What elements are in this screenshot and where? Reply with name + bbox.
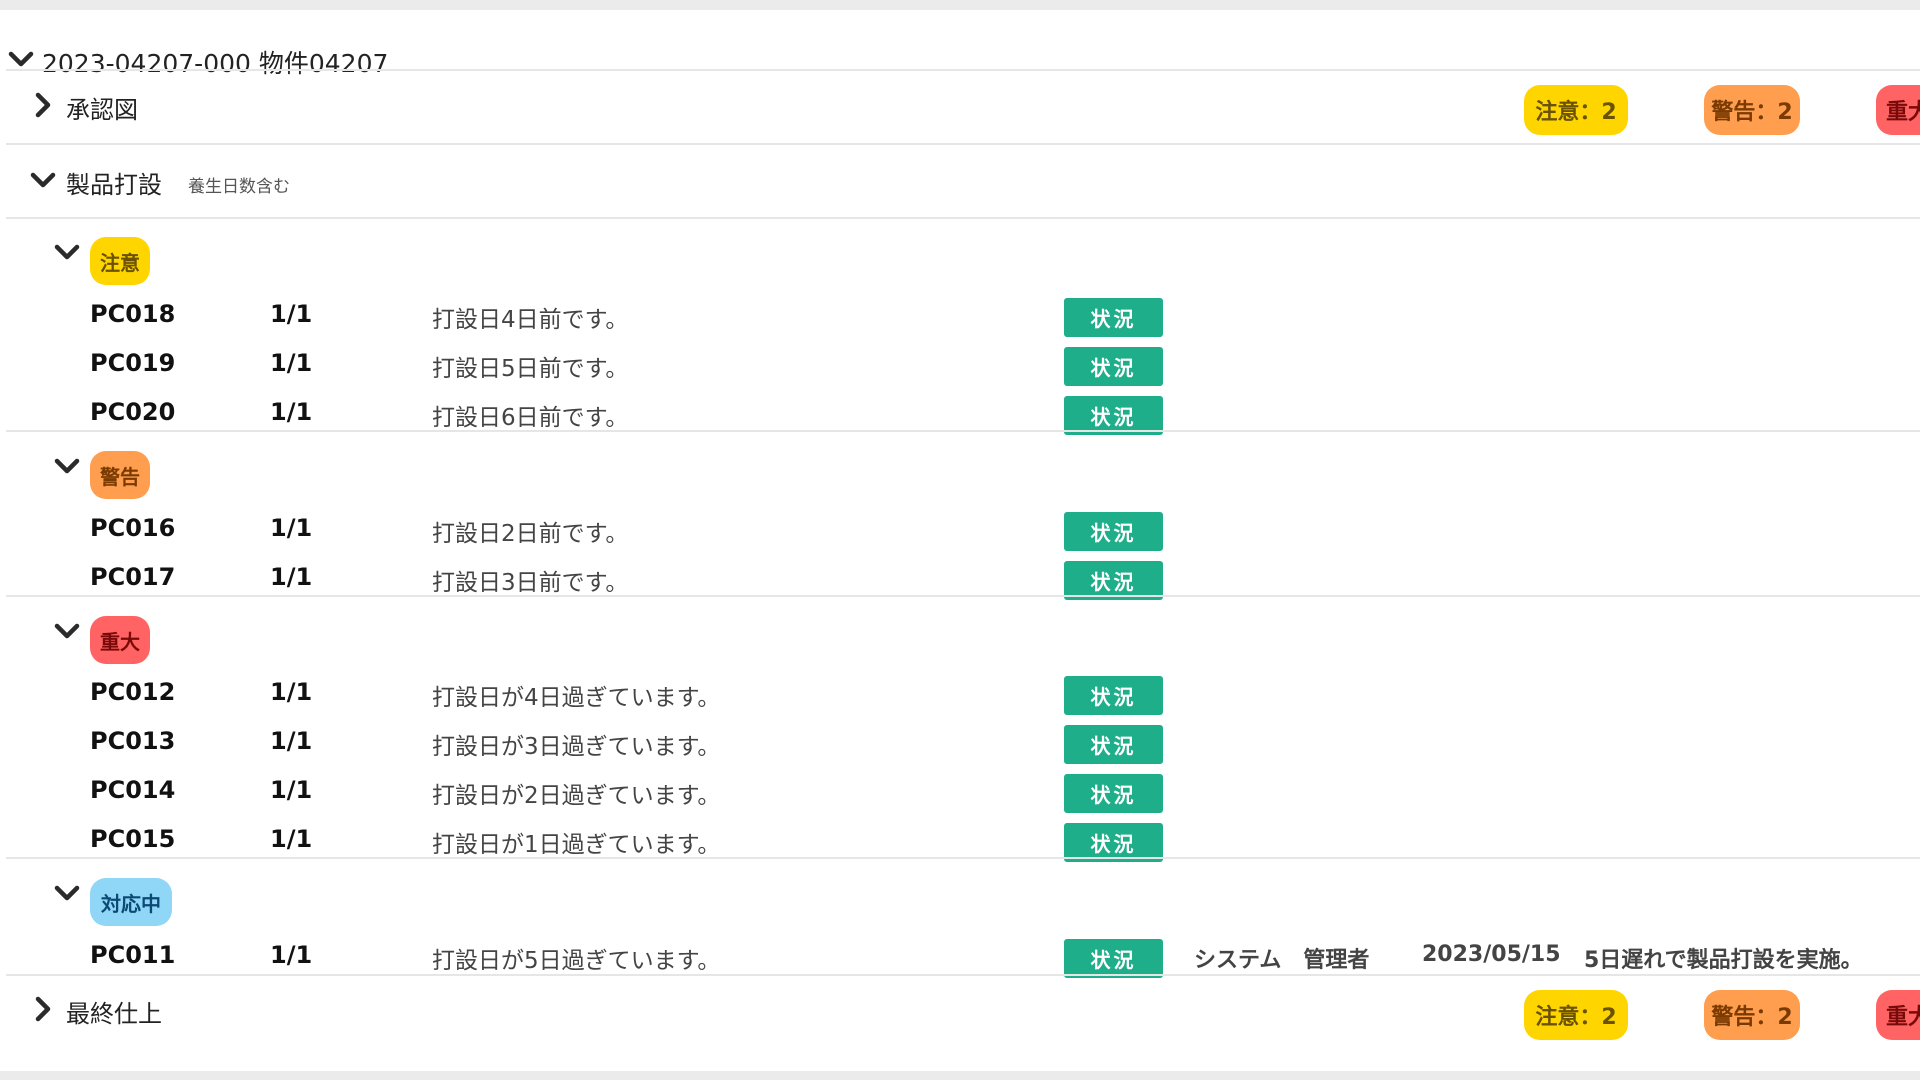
chevron-down-icon[interactable]: [28, 165, 58, 195]
row-qty: 1/1: [270, 678, 313, 706]
row-code: PC018: [90, 300, 176, 328]
row-code: PC016: [90, 514, 176, 542]
divider: [6, 217, 1920, 219]
status-button[interactable]: 状況: [1064, 676, 1163, 715]
project-title: 2023-04207-000 物件04207: [42, 49, 389, 78]
group-tag-critical: 重大: [90, 616, 150, 664]
row-date: 2023/05/15: [1422, 942, 1561, 967]
notice-count-badge: 注意：2: [1524, 85, 1628, 135]
group-tag-notice: 注意: [90, 237, 150, 285]
row-message: 打設日6日前です。: [432, 405, 629, 431]
row-message: 打設日2日前です。: [432, 521, 629, 547]
row-qty: 1/1: [270, 398, 313, 426]
row-code: PC011: [90, 941, 176, 969]
critical-count-badge: 重大: [1876, 990, 1920, 1040]
divider: [6, 857, 1920, 859]
row-code: PC020: [90, 398, 176, 426]
row-code: PC017: [90, 563, 176, 591]
section-final-label[interactable]: 最終仕上: [66, 994, 162, 1029]
row-message: 打設日5日前です。: [432, 356, 629, 382]
row-code: PC015: [90, 825, 176, 853]
status-button[interactable]: 状況: [1064, 939, 1163, 978]
divider: [6, 974, 1920, 976]
warning-count-badge: 警告：2: [1704, 85, 1800, 135]
status-button[interactable]: 状況: [1064, 298, 1163, 337]
group-tag-inprogress: 対応中: [90, 878, 172, 926]
row-handler: システム 管理者: [1194, 948, 1370, 973]
status-button[interactable]: 状況: [1064, 512, 1163, 551]
row-qty: 1/1: [270, 563, 313, 591]
row-qty: 1/1: [270, 727, 313, 755]
section-product-label[interactable]: 製品打設: [66, 165, 162, 200]
row-message: 打設日が4日過ぎています。: [432, 685, 721, 711]
chevron-down-icon[interactable]: [52, 878, 82, 908]
row-qty: 1/1: [270, 300, 313, 328]
section-product-note: 養生日数含む: [188, 177, 290, 197]
status-button[interactable]: 状況: [1064, 774, 1163, 813]
group-tag-warning: 警告: [90, 451, 150, 499]
row-code: PC013: [90, 727, 176, 755]
row-qty: 1/1: [270, 349, 313, 377]
row-qty: 1/1: [270, 825, 313, 853]
row-message: 打設日4日前です。: [432, 307, 629, 333]
row-message: 打設日が5日過ぎています。: [432, 948, 721, 974]
divider: [6, 430, 1920, 432]
row-code: PC019: [90, 349, 176, 377]
status-button[interactable]: 状況: [1064, 725, 1163, 764]
warning-count-badge: 警告：2: [1704, 990, 1800, 1040]
chevron-right-icon[interactable]: [28, 90, 58, 120]
row-qty: 1/1: [270, 514, 313, 542]
chevron-down-icon[interactable]: [52, 616, 82, 646]
status-button[interactable]: 状況: [1064, 347, 1163, 386]
row-qty: 1/1: [270, 941, 313, 969]
row-message: 打設日が1日過ぎています。: [432, 832, 721, 858]
row-message: 打設日3日前です。: [432, 570, 629, 596]
row-note: 5日遅れで製品打設を実施。: [1584, 948, 1863, 973]
alert-tree-panel: 2023-04207-000 物件04207 承認図 注意：2 警告：2 重大 …: [0, 10, 1920, 1071]
chevron-right-icon[interactable]: [28, 994, 58, 1024]
divider: [6, 143, 1920, 145]
row-message: 打設日が2日過ぎています。: [432, 783, 721, 809]
divider: [6, 595, 1920, 597]
divider: [6, 69, 1920, 71]
row-message: 打設日が3日過ぎています。: [432, 734, 721, 760]
chevron-down-icon[interactable]: [52, 451, 82, 481]
notice-count-badge: 注意：2: [1524, 990, 1628, 1040]
critical-count-badge: 重大: [1876, 85, 1920, 135]
row-code: PC012: [90, 678, 176, 706]
row-qty: 1/1: [270, 776, 313, 804]
section-approval-label[interactable]: 承認図: [66, 90, 138, 125]
chevron-down-icon[interactable]: [52, 237, 82, 267]
row-code: PC014: [90, 776, 176, 804]
